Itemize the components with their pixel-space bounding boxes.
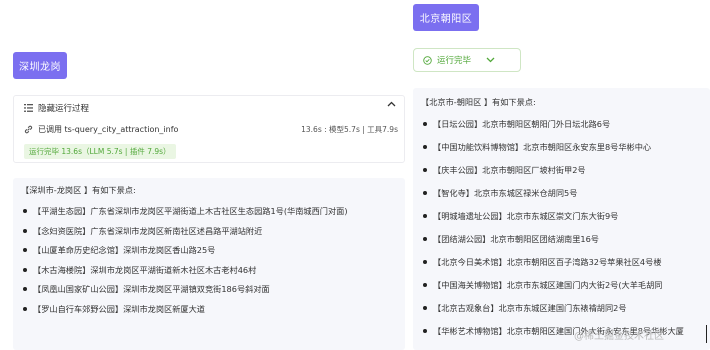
list-item: 【北京今日美术馆】北京市朝阳区百子湾路32号苹果社区4号楼 [423,256,702,268]
result-panel-shenzhen: 【深圳市-龙岗区 】有如下景点: 【平湖生态园】广东省深圳市龙岗区平湖街道上木古… [13,178,405,350]
list-item: 【中国功能饮料博物馆】北京市朝阳区永安东里8号华彬中心 [423,141,702,153]
list-item: 【山厦革命历史纪念馆】深圳市龙岗区香山路25号 [23,244,397,256]
chevron-up-icon[interactable] [387,101,396,107]
result-title: 【北京市-朝阳区 】有如下景点: [421,97,536,107]
result-panel-beijing: 【北京市-朝阳区 】有如下景点: 【日坛公园】北京市朝阳区朝阳门外日坛北路6号 … [413,88,710,350]
run-status-dropdown[interactable]: 运行完毕 [413,48,521,72]
list-item: 【罗山自行车郊野公园】深圳市龙岗区新厦大道 [23,303,397,315]
check-circle-icon [423,55,432,65]
list-item: 【念妇资医院】广东省深圳市龙岗区新南社区述昌路平湖站附近 [23,225,397,237]
watermark: @稀土掘金技术社区 [574,331,664,342]
list-item: 【团结湖公园】北京市朝阳区团结湖南里16号 [423,233,702,245]
list-item: 【凤凰山国家矿山公园】深圳市龙岗区平湖镇双竞街186号斜对面 [23,283,397,295]
list-item: 【北京古观象台】北京市东城区建国门东裱褙胡同2号 [423,302,702,314]
list-item: 【明城墙遗址公园】北京市东城区崇文门东大街9号 [423,210,702,222]
location-button-beijing[interactable]: 北京朝阳区 [413,4,479,31]
list-icon [24,104,33,112]
text-cursor [706,325,707,343]
list-item: 【木古海楼院】深圳市龙岗区平湖街道新木社区木古老村46村 [23,264,397,276]
chevron-down-icon [486,57,495,63]
attraction-list: 【日坛公园】北京市朝阳区朝阳门外日坛北路6号 【中国功能饮料博物馆】北京市朝阳区… [421,118,702,337]
list-item: 【庆丰公园】北京市朝阳区厂坡村街甲2号 [423,164,702,176]
tool-timing: 13.6s : 模型5.7s | 工具7.9s [301,125,398,134]
hide-process-label: 隐藏运行过程 [38,104,90,114]
tool-call-label: 已调用 ts-query_city_attraction_info [38,125,179,134]
hide-process-toggle[interactable]: 隐藏运行过程 [24,102,89,114]
list-item: 【中国海关博物馆】北京市东城区建国门内大街2号(大羊毛胡同 [423,279,702,291]
result-title: 【深圳市-龙岗区 】有如下景点: [21,185,136,195]
list-item: 【平湖生态园】广东省深圳市龙岗区平湖街道上木古社区生态园路1号(华南城西门对面) [23,205,397,217]
list-item: 【智化寺】北京市东城区禄米仓胡同5号 [423,187,702,199]
link-icon [24,125,33,134]
run-process-panel: 隐藏运行过程 已调用 ts-query_city_attraction_info… [13,95,405,163]
run-status-badge: 运行完毕 13.6s（LLM 5.7s | 插件 7.9s） [24,144,176,159]
list-item: 【日坛公园】北京市朝阳区朝阳门外日坛北路6号 [423,118,702,130]
location-button-shenzhen[interactable]: 深圳龙岗 [13,52,67,79]
run-status-label: 运行完毕 [437,56,472,66]
tool-call-row: 已调用 ts-query_city_attraction_info [24,124,178,135]
attraction-list: 【平湖生态园】广东省深圳市龙岗区平湖街道上木古社区生态园路1号(华南城西门对面)… [21,205,397,315]
